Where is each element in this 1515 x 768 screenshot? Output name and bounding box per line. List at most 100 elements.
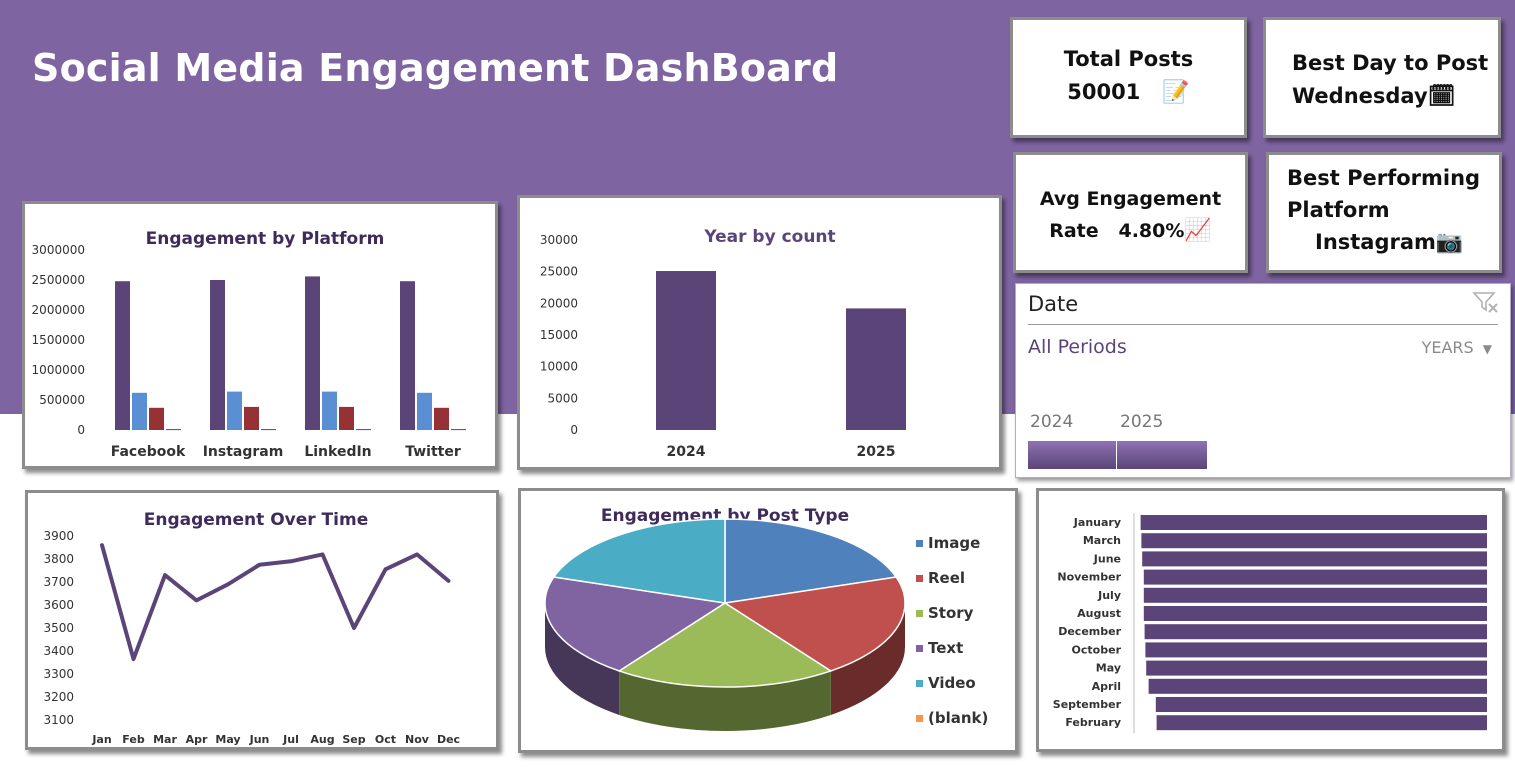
y-tick-label: 5000: [547, 391, 578, 405]
y-tick-label: 3700: [43, 575, 74, 589]
bar: [132, 392, 147, 430]
bar: [1143, 569, 1487, 585]
date-slicer-title: Date: [1028, 292, 1079, 316]
y-tick-label: November: [1057, 571, 1121, 584]
legend-label: Image: [928, 534, 980, 552]
bar: [846, 308, 906, 430]
kpi-best-platform-label-2: Platform: [1287, 197, 1390, 222]
bar: [1146, 660, 1487, 676]
kpi-best-platform-label: Best Performing: [1287, 166, 1481, 190]
date-slicer-divider: [1028, 324, 1498, 325]
y-tick-label: 3000000: [32, 243, 85, 257]
kpi-best-day-label: Best Day to Post: [1292, 51, 1489, 75]
y-tick-label: February: [1065, 716, 1121, 729]
y-tick-label: August: [1077, 607, 1121, 620]
bar: [451, 429, 466, 431]
bar: [1143, 606, 1487, 621]
y-tick-label: 10000: [540, 360, 578, 374]
y-tick-label: 3600: [43, 598, 74, 612]
engagement-line: [100, 543, 451, 662]
engagement-over-time-chart: Engagement Over Time 3100 3200 3300 3400 3500…: [43, 510, 460, 746]
bar: [1156, 715, 1487, 731]
bar: [149, 407, 164, 430]
bar: [434, 407, 449, 430]
y-tick-label: June: [1093, 552, 1121, 565]
page-title: Social Media Engagement DashBoard: [32, 46, 839, 90]
y-tick-label: December: [1058, 625, 1121, 638]
kpi-total-posts-card: Total Posts 50001 📝: [1010, 17, 1247, 138]
x-tick-label: Twitter: [405, 444, 461, 460]
bar: [210, 280, 225, 430]
memo-icon: 📝: [1162, 79, 1190, 105]
chart-title: Year by count: [703, 227, 835, 247]
bar: [1141, 533, 1487, 549]
x-tick-label: Nov: [405, 733, 430, 746]
x-tick-label: Sep: [342, 733, 365, 746]
y-tick-label: 500000: [39, 393, 85, 407]
camera-icon: 📷: [1435, 230, 1464, 255]
legend-label: Video: [928, 674, 976, 692]
bar: [1143, 587, 1487, 603]
y-tick-label: 2500000: [32, 273, 85, 287]
y-tick-label: 0: [570, 423, 578, 437]
kpi-avg-engagement-card: Avg Engagement Rate 4.80%📈: [1013, 152, 1248, 273]
bar: [1144, 624, 1487, 640]
date-slicer-selection: All Periods: [1028, 336, 1127, 358]
clear-filter-icon[interactable]: [1472, 290, 1500, 316]
kpi-total-posts-value: 50001: [1067, 79, 1141, 104]
date-slicer[interactable]: Date All Periods YEARS ▼ 2024 2025: [1015, 283, 1511, 478]
calendar-icon: 🗓: [1427, 83, 1456, 109]
bar: [1148, 678, 1487, 694]
bar: [1142, 551, 1487, 567]
bar: [1145, 642, 1487, 658]
month-bar-card: January March June November July August Decemb…: [1036, 488, 1505, 752]
month-bar-chart: January March June November July August Decemb…: [1053, 513, 1487, 734]
date-slicer-year-2025-bar[interactable]: [1117, 441, 1207, 469]
y-tick-label: 25000: [540, 265, 578, 279]
engagement-by-post-type-chart: Engagement by Post TypeImageReelStoryTex…: [544, 506, 988, 731]
engagement-by-platform-chart: Engagement by Platform 0 500000 1000000 1500…: [32, 229, 466, 460]
kpi-best-day-card: Best Day to Post Wednesday🗓: [1263, 17, 1501, 138]
y-tick-label: April: [1092, 680, 1121, 693]
kpi-best-platform-card: Best Performing Platform Instagram📷: [1266, 152, 1502, 273]
y-tick-label: 3300: [43, 667, 74, 681]
y-tick-label: 15000: [540, 328, 578, 342]
bar: [115, 281, 130, 430]
y-tick-label: 20000: [540, 296, 578, 310]
legend-swatch: [916, 645, 923, 652]
x-tick-label: LinkedIn: [304, 444, 371, 460]
date-slicer-level[interactable]: YEARS ▼: [1422, 338, 1492, 357]
y-tick-label: 1500000: [32, 333, 85, 347]
bar: [244, 406, 259, 430]
bar: [261, 429, 276, 431]
legend-swatch: [916, 715, 923, 722]
x-tick-label: May: [215, 733, 240, 746]
bar: [1155, 697, 1487, 712]
legend-label: Reel: [928, 569, 965, 587]
y-tick-label: 0: [77, 423, 85, 437]
x-tick-label: Feb: [122, 733, 145, 746]
bar: [305, 276, 320, 430]
date-slicer-year-2024-bar[interactable]: [1028, 441, 1116, 469]
y-tick-label: 3900: [43, 529, 74, 543]
legend-label: (blank): [928, 709, 988, 727]
kpi-total-posts-label: Total Posts: [1063, 47, 1194, 71]
x-tick-label: Dec: [437, 733, 460, 746]
y-tick-label: May: [1096, 662, 1121, 675]
x-tick-label: Oct: [375, 733, 396, 746]
engagement-over-time-card: Engagement Over Time 3100 3200 3300 3400 3500…: [25, 490, 499, 750]
bar: [656, 271, 716, 430]
chart-increasing-icon: 📈: [1184, 217, 1212, 243]
y-tick-label: 3500: [43, 621, 74, 635]
kpi-best-platform-value: Instagram: [1315, 230, 1436, 254]
legend-swatch: [916, 575, 923, 582]
kpi-avg-engagement-value: 4.80%: [1118, 219, 1185, 242]
engagement-by-post-type-card: Engagement by Post Type Image Reel Story Tex…: [518, 488, 1018, 753]
y-tick-label: 3400: [43, 644, 74, 658]
x-tick-label: Mar: [153, 733, 177, 746]
bar: [417, 392, 432, 430]
y-tick-label: September: [1053, 698, 1122, 711]
bar: [1140, 515, 1487, 530]
bar: [322, 391, 337, 430]
y-tick-label: 3800: [43, 552, 74, 566]
